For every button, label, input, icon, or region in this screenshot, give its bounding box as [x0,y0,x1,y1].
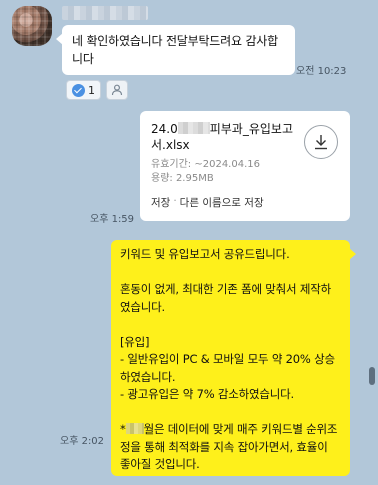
outgoing-message-bubble[interactable]: 키워드 및 유입보고서 공유드립니다. 혼동이 없게, 최대한 기존 폼에 맞춰… [111,240,356,476]
incoming-message-bubble[interactable]: 네 확인하였습니다 전달부탁드려요 감사합니다 [56,25,295,75]
save-as-button[interactable]: 다른 이름으로 저장 [180,195,264,210]
reaction-row: 1 [66,80,128,100]
reaction-count: 1 [88,83,95,97]
chat-room: 네 확인하였습니다 전달부탁드려요 감사합니다 오전 10:23 1 24.0 피… [0,0,378,485]
file-name-prefix: 24.0 [151,122,178,136]
message-line: * 월은 데이터에 맞게 매주 키워드별 순위조정을 통해 최적화를 지속 잡아가… [120,421,341,474]
save-button[interactable]: 저장 [151,195,170,210]
file-size: 용량: 2.95MB [151,173,214,184]
file-name-blurred [177,122,210,134]
avatar[interactable] [12,6,52,46]
action-separator: · [173,195,177,207]
file-message-time: 오후 1:59 [90,214,135,225]
file-name: 24.0 피부과_유입보고서.xlsx [151,121,301,153]
outgoing-message-time: 오후 2:02 [60,436,105,447]
incoming-message-time: 오전 10:23 [296,66,347,77]
file-actions: 저장 · 다른 이름으로 저장 [151,195,264,210]
person-icon [111,84,123,96]
download-button[interactable] [304,125,338,159]
line-suffix: 월은 데이터에 맞게 매주 키워드별 순위조정을 통해 최적화를 지속 잡아가면… [120,422,338,471]
file-attachment-card[interactable]: 24.0 피부과_유입보고서.xlsx 유효기간: ~2024.04.16 용량:… [140,111,350,221]
check-reaction-chip[interactable]: 1 [66,80,101,100]
sender-name-blurred [62,6,148,20]
message-line: - 광고유입은 약 7% 감소하였습니다. [120,387,295,401]
incoming-message-text: 네 확인하였습니다 전달부탁드려요 감사합니다 [72,34,278,66]
reaction-member-button[interactable] [106,80,128,100]
message-line: 키워드 및 유입보고서 공유드립니다. [120,247,290,261]
message-line: [유입] [120,334,150,349]
scrollbar-thumb[interactable] [369,367,375,385]
file-expiry: 유효기간: ~2024.04.16 [151,159,260,170]
message-line: - 일반유입이 PC & 모바일 모두 약 20% 상승하였습니다. [120,352,335,384]
check-icon [72,83,85,97]
blurred-text [125,423,144,434]
scrollbar[interactable] [370,0,376,485]
message-line: 혼동이 없게, 최대한 기존 폼에 맞춰서 제작하였습니다. [120,282,332,314]
file-meta: 유효기간: ~2024.04.16 용량: 2.95MB [151,158,339,186]
download-icon [315,135,327,150]
